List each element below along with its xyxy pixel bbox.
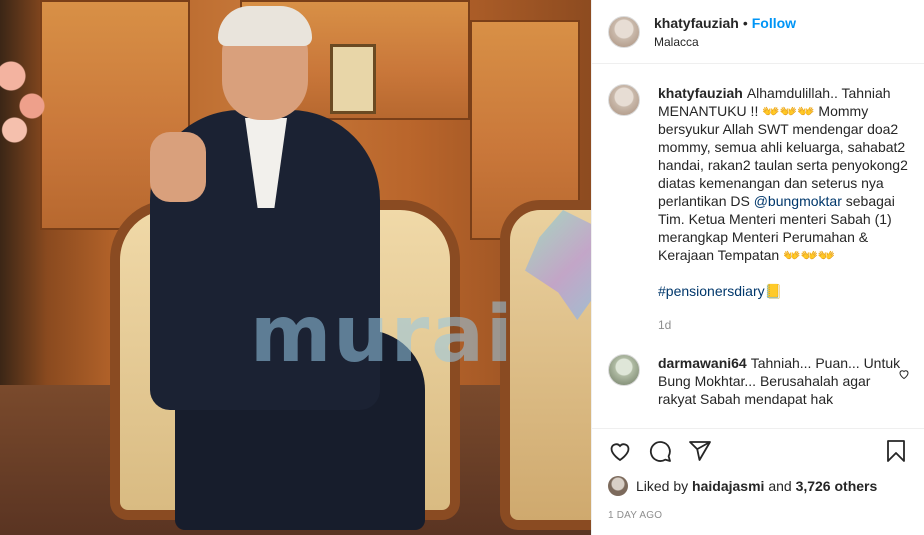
flowers [0, 40, 60, 160]
emoji: 📒 [764, 283, 783, 299]
post-view: murai khatyfauziah • Follow Malacca khat… [0, 0, 924, 535]
post-header: khatyfauziah • Follow Malacca [592, 0, 924, 64]
post-photo[interactable]: murai [0, 0, 591, 535]
mention-link[interactable]: @bungmoktar [754, 193, 842, 209]
likes-middle: and [768, 478, 792, 494]
comment: darmawani64 Tahniah... Puan... Untuk Bung… [608, 354, 910, 408]
caption-time[interactable]: 1d [658, 316, 908, 334]
person-hair [218, 6, 312, 46]
wall-phone [330, 44, 376, 114]
avatar[interactable] [608, 15, 640, 48]
caption-username[interactable]: khatyfauziah [658, 85, 743, 101]
follow-button[interactable]: Follow [752, 15, 796, 31]
likes-count[interactable]: 3,726 others [796, 478, 878, 494]
comment-username[interactable]: darmawani64 [658, 355, 747, 371]
avatar[interactable] [608, 84, 640, 116]
hashtag-link[interactable]: #pensionersdiary [658, 283, 765, 299]
post-sidebar: khatyfauziah • Follow Malacca khatyfauzi… [591, 0, 924, 535]
comment-icon [649, 440, 671, 462]
bookmark-icon [887, 439, 905, 462]
heart-icon[interactable] [898, 368, 910, 380]
likes-summary: Liked by haidajasmi and 3,726 others [592, 472, 924, 496]
thumbs-up-hand [150, 132, 206, 202]
heart-icon [610, 442, 630, 461]
share-button[interactable] [688, 439, 712, 463]
post-timestamp[interactable]: 1 DAY AGO [592, 496, 924, 535]
emoji: 👐👐👐 [783, 247, 836, 263]
comment-button[interactable] [648, 439, 672, 463]
emoji: 👐👐👐 [762, 103, 815, 119]
liker-username[interactable]: haidajasmi [692, 478, 764, 494]
save-button[interactable] [884, 439, 908, 463]
separator: • [742, 14, 748, 31]
location[interactable]: Malacca [654, 35, 796, 49]
caption: khatyfauziah Alhamdulillah.. Tahniah MENA… [608, 84, 908, 334]
comments-section: khatyfauziah Alhamdulillah.. Tahniah MENA… [592, 64, 924, 428]
action-bar [592, 428, 924, 472]
author-username[interactable]: khatyfauziah [654, 15, 739, 31]
liker-avatar[interactable] [608, 476, 628, 496]
share-icon [689, 440, 711, 461]
likes-prefix: Liked by [636, 478, 689, 494]
like-button[interactable] [608, 439, 632, 463]
avatar[interactable] [608, 354, 640, 386]
watermark-text: murai [250, 290, 515, 380]
